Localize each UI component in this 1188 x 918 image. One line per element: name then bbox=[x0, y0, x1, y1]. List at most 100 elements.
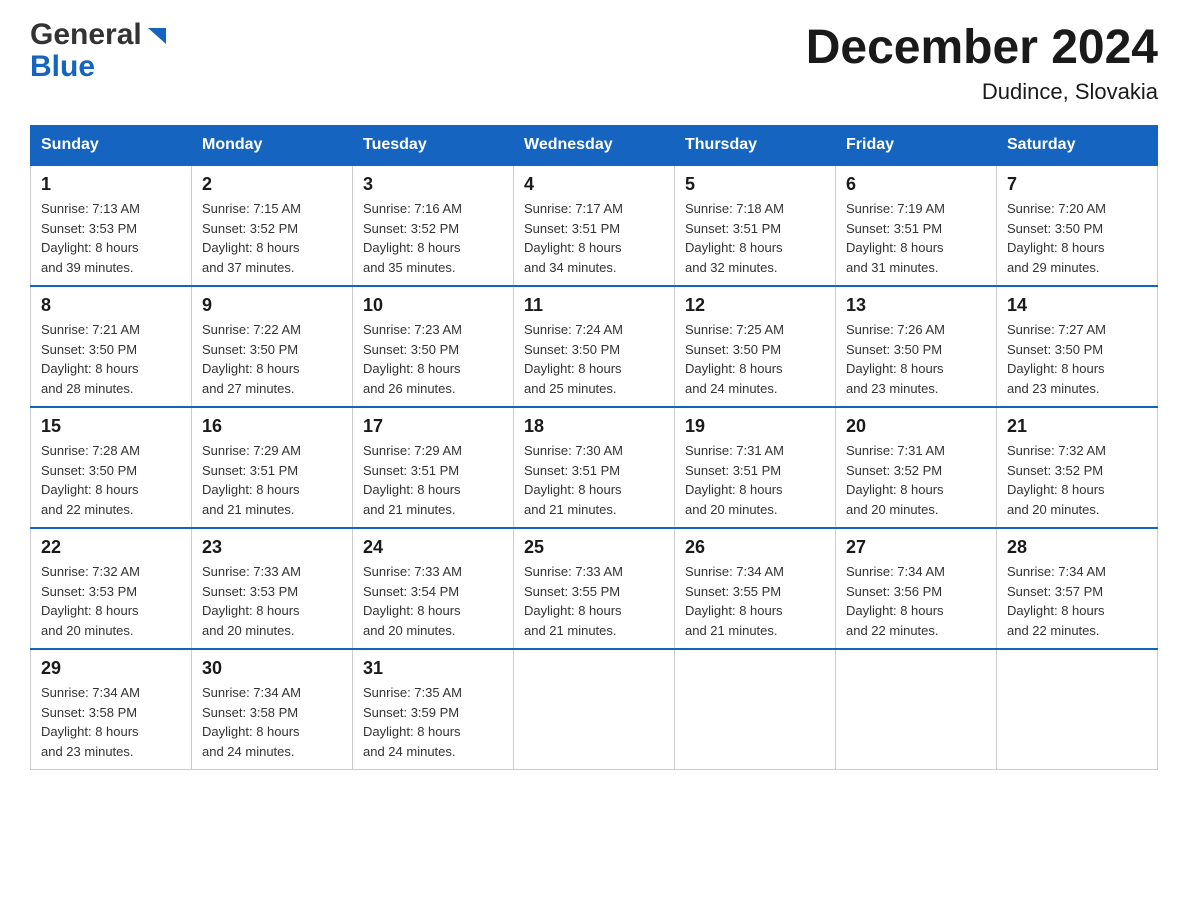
table-row: 8 Sunrise: 7:21 AM Sunset: 3:50 PM Dayli… bbox=[31, 286, 192, 407]
day-info: Sunrise: 7:34 AM Sunset: 3:57 PM Dayligh… bbox=[1007, 562, 1147, 640]
table-row: 21 Sunrise: 7:32 AM Sunset: 3:52 PM Dayl… bbox=[997, 407, 1158, 528]
day-number: 13 bbox=[846, 295, 986, 316]
day-number: 23 bbox=[202, 537, 342, 558]
calendar-week-row: 1 Sunrise: 7:13 AM Sunset: 3:53 PM Dayli… bbox=[31, 165, 1158, 286]
day-info: Sunrise: 7:19 AM Sunset: 3:51 PM Dayligh… bbox=[846, 199, 986, 277]
table-row: 3 Sunrise: 7:16 AM Sunset: 3:52 PM Dayli… bbox=[353, 165, 514, 286]
table-row: 28 Sunrise: 7:34 AM Sunset: 3:57 PM Dayl… bbox=[997, 528, 1158, 649]
day-number: 11 bbox=[524, 295, 664, 316]
day-number: 24 bbox=[363, 537, 503, 558]
day-info: Sunrise: 7:27 AM Sunset: 3:50 PM Dayligh… bbox=[1007, 320, 1147, 398]
table-row: 20 Sunrise: 7:31 AM Sunset: 3:52 PM Dayl… bbox=[836, 407, 997, 528]
logo: General Blue bbox=[30, 20, 168, 82]
col-monday: Monday bbox=[192, 126, 353, 166]
day-info: Sunrise: 7:26 AM Sunset: 3:50 PM Dayligh… bbox=[846, 320, 986, 398]
day-info: Sunrise: 7:20 AM Sunset: 3:50 PM Dayligh… bbox=[1007, 199, 1147, 277]
table-row: 10 Sunrise: 7:23 AM Sunset: 3:50 PM Dayl… bbox=[353, 286, 514, 407]
day-info: Sunrise: 7:32 AM Sunset: 3:52 PM Dayligh… bbox=[1007, 441, 1147, 519]
day-number: 4 bbox=[524, 174, 664, 195]
logo-blue: Blue bbox=[30, 52, 168, 82]
day-info: Sunrise: 7:31 AM Sunset: 3:51 PM Dayligh… bbox=[685, 441, 825, 519]
day-number: 6 bbox=[846, 174, 986, 195]
table-row: 6 Sunrise: 7:19 AM Sunset: 3:51 PM Dayli… bbox=[836, 165, 997, 286]
day-number: 8 bbox=[41, 295, 181, 316]
day-info: Sunrise: 7:13 AM Sunset: 3:53 PM Dayligh… bbox=[41, 199, 181, 277]
table-row: 5 Sunrise: 7:18 AM Sunset: 3:51 PM Dayli… bbox=[675, 165, 836, 286]
day-number: 7 bbox=[1007, 174, 1147, 195]
title-section: December 2024 Dudince, Slovakia bbox=[806, 20, 1158, 105]
col-sunday: Sunday bbox=[31, 126, 192, 166]
day-number: 29 bbox=[41, 658, 181, 679]
table-row: 16 Sunrise: 7:29 AM Sunset: 3:51 PM Dayl… bbox=[192, 407, 353, 528]
day-info: Sunrise: 7:35 AM Sunset: 3:59 PM Dayligh… bbox=[363, 683, 503, 761]
day-number: 25 bbox=[524, 537, 664, 558]
table-row: 22 Sunrise: 7:32 AM Sunset: 3:53 PM Dayl… bbox=[31, 528, 192, 649]
day-info: Sunrise: 7:24 AM Sunset: 3:50 PM Dayligh… bbox=[524, 320, 664, 398]
day-info: Sunrise: 7:29 AM Sunset: 3:51 PM Dayligh… bbox=[202, 441, 342, 519]
day-number: 14 bbox=[1007, 295, 1147, 316]
table-row bbox=[514, 649, 675, 770]
day-number: 9 bbox=[202, 295, 342, 316]
col-friday: Friday bbox=[836, 126, 997, 166]
table-row bbox=[997, 649, 1158, 770]
table-row bbox=[675, 649, 836, 770]
day-number: 18 bbox=[524, 416, 664, 437]
day-number: 20 bbox=[846, 416, 986, 437]
table-row bbox=[836, 649, 997, 770]
table-row: 25 Sunrise: 7:33 AM Sunset: 3:55 PM Dayl… bbox=[514, 528, 675, 649]
day-info: Sunrise: 7:33 AM Sunset: 3:53 PM Dayligh… bbox=[202, 562, 342, 640]
day-info: Sunrise: 7:32 AM Sunset: 3:53 PM Dayligh… bbox=[41, 562, 181, 640]
day-info: Sunrise: 7:30 AM Sunset: 3:51 PM Dayligh… bbox=[524, 441, 664, 519]
day-number: 19 bbox=[685, 416, 825, 437]
col-saturday: Saturday bbox=[997, 126, 1158, 166]
col-thursday: Thursday bbox=[675, 126, 836, 166]
day-info: Sunrise: 7:16 AM Sunset: 3:52 PM Dayligh… bbox=[363, 199, 503, 277]
day-number: 2 bbox=[202, 174, 342, 195]
table-row: 17 Sunrise: 7:29 AM Sunset: 3:51 PM Dayl… bbox=[353, 407, 514, 528]
calendar-week-row: 29 Sunrise: 7:34 AM Sunset: 3:58 PM Dayl… bbox=[31, 649, 1158, 770]
day-info: Sunrise: 7:28 AM Sunset: 3:50 PM Dayligh… bbox=[41, 441, 181, 519]
day-number: 5 bbox=[685, 174, 825, 195]
table-row: 19 Sunrise: 7:31 AM Sunset: 3:51 PM Dayl… bbox=[675, 407, 836, 528]
table-row: 7 Sunrise: 7:20 AM Sunset: 3:50 PM Dayli… bbox=[997, 165, 1158, 286]
day-number: 26 bbox=[685, 537, 825, 558]
calendar-week-row: 15 Sunrise: 7:28 AM Sunset: 3:50 PM Dayl… bbox=[31, 407, 1158, 528]
calendar-subtitle: Dudince, Slovakia bbox=[806, 79, 1158, 105]
table-row: 31 Sunrise: 7:35 AM Sunset: 3:59 PM Dayl… bbox=[353, 649, 514, 770]
table-row: 14 Sunrise: 7:27 AM Sunset: 3:50 PM Dayl… bbox=[997, 286, 1158, 407]
day-number: 15 bbox=[41, 416, 181, 437]
day-info: Sunrise: 7:34 AM Sunset: 3:58 PM Dayligh… bbox=[41, 683, 181, 761]
table-row: 9 Sunrise: 7:22 AM Sunset: 3:50 PM Dayli… bbox=[192, 286, 353, 407]
table-row: 15 Sunrise: 7:28 AM Sunset: 3:50 PM Dayl… bbox=[31, 407, 192, 528]
calendar-week-row: 8 Sunrise: 7:21 AM Sunset: 3:50 PM Dayli… bbox=[31, 286, 1158, 407]
day-info: Sunrise: 7:34 AM Sunset: 3:55 PM Dayligh… bbox=[685, 562, 825, 640]
day-info: Sunrise: 7:23 AM Sunset: 3:50 PM Dayligh… bbox=[363, 320, 503, 398]
table-row: 11 Sunrise: 7:24 AM Sunset: 3:50 PM Dayl… bbox=[514, 286, 675, 407]
day-info: Sunrise: 7:31 AM Sunset: 3:52 PM Dayligh… bbox=[846, 441, 986, 519]
page-header: General Blue December 2024 Dudince, Slov… bbox=[30, 20, 1158, 105]
day-number: 31 bbox=[363, 658, 503, 679]
day-number: 28 bbox=[1007, 537, 1147, 558]
day-info: Sunrise: 7:22 AM Sunset: 3:50 PM Dayligh… bbox=[202, 320, 342, 398]
day-info: Sunrise: 7:34 AM Sunset: 3:56 PM Dayligh… bbox=[846, 562, 986, 640]
col-tuesday: Tuesday bbox=[353, 126, 514, 166]
table-row: 13 Sunrise: 7:26 AM Sunset: 3:50 PM Dayl… bbox=[836, 286, 997, 407]
day-info: Sunrise: 7:17 AM Sunset: 3:51 PM Dayligh… bbox=[524, 199, 664, 277]
table-row: 29 Sunrise: 7:34 AM Sunset: 3:58 PM Dayl… bbox=[31, 649, 192, 770]
day-number: 12 bbox=[685, 295, 825, 316]
day-number: 17 bbox=[363, 416, 503, 437]
day-info: Sunrise: 7:29 AM Sunset: 3:51 PM Dayligh… bbox=[363, 441, 503, 519]
table-row: 26 Sunrise: 7:34 AM Sunset: 3:55 PM Dayl… bbox=[675, 528, 836, 649]
day-number: 10 bbox=[363, 295, 503, 316]
day-info: Sunrise: 7:33 AM Sunset: 3:54 PM Dayligh… bbox=[363, 562, 503, 640]
day-number: 22 bbox=[41, 537, 181, 558]
day-number: 30 bbox=[202, 658, 342, 679]
table-row: 12 Sunrise: 7:25 AM Sunset: 3:50 PM Dayl… bbox=[675, 286, 836, 407]
table-row: 18 Sunrise: 7:30 AM Sunset: 3:51 PM Dayl… bbox=[514, 407, 675, 528]
table-row: 24 Sunrise: 7:33 AM Sunset: 3:54 PM Dayl… bbox=[353, 528, 514, 649]
calendar-header-row: Sunday Monday Tuesday Wednesday Thursday… bbox=[31, 126, 1158, 166]
table-row: 4 Sunrise: 7:17 AM Sunset: 3:51 PM Dayli… bbox=[514, 165, 675, 286]
logo-general: General bbox=[30, 20, 168, 50]
table-row: 30 Sunrise: 7:34 AM Sunset: 3:58 PM Dayl… bbox=[192, 649, 353, 770]
table-row: 1 Sunrise: 7:13 AM Sunset: 3:53 PM Dayli… bbox=[31, 165, 192, 286]
